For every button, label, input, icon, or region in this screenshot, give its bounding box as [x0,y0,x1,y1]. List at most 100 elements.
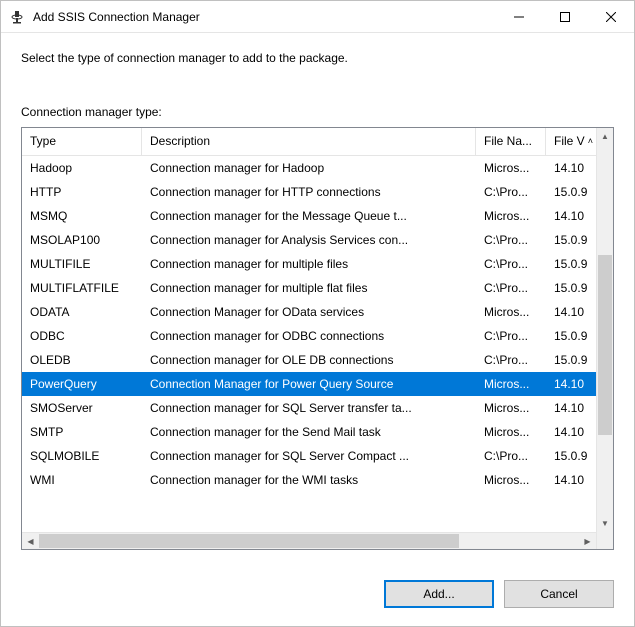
cell-type: ODATA [22,305,142,319]
table-row[interactable]: MULTIFILEConnection manager for multiple… [22,252,596,276]
cell-filename: Micros... [476,473,546,487]
table-header: Type Description File Na... File V ˄ [22,128,596,156]
cell-fileversion: 15.0.9 [546,185,596,199]
table-row[interactable]: MSOLAP100Connection manager for Analysis… [22,228,596,252]
window-title: Add SSIS Connection Manager [33,10,496,24]
table-row[interactable]: SQLMOBILEConnection manager for SQL Serv… [22,444,596,468]
scrollbar-corner [596,532,613,549]
cell-type: SQLMOBILE [22,449,142,463]
cell-type: ODBC [22,329,142,343]
cell-fileversion: 15.0.9 [546,233,596,247]
cell-filename: Micros... [476,161,546,175]
connection-type-list: Type Description File Na... File V ˄ Had… [21,127,614,550]
cell-type: SMOServer [22,401,142,415]
table-body: HadoopConnection manager for HadoopMicro… [22,156,596,532]
table-row[interactable]: OLEDBConnection manager for OLE DB conne… [22,348,596,372]
dialog-window: Add SSIS Connection Manager Select the t… [0,0,635,627]
dialog-footer: Add... Cancel [1,564,634,626]
column-header-fileversion[interactable]: File V ˄ [546,128,596,155]
vertical-scroll-track[interactable] [597,145,613,515]
title-bar: Add SSIS Connection Manager [1,1,634,33]
table-row[interactable]: HadoopConnection manager for HadoopMicro… [22,156,596,180]
cell-filename: Micros... [476,377,546,391]
cell-filename: Micros... [476,401,546,415]
cell-description: Connection manager for multiple flat fil… [142,281,476,295]
cell-fileversion: 15.0.9 [546,257,596,271]
table-row[interactable]: HTTPConnection manager for HTTP connecti… [22,180,596,204]
horizontal-scroll-thumb[interactable] [39,534,459,548]
maximize-button[interactable] [542,1,588,32]
cell-description: Connection manager for ODBC connections [142,329,476,343]
minimize-button[interactable] [496,1,542,32]
cell-fileversion: 15.0.9 [546,281,596,295]
cell-type: WMI [22,473,142,487]
cell-description: Connection manager for OLE DB connection… [142,353,476,367]
list-label: Connection manager type: [21,105,614,119]
column-header-fileversion-label: File V [554,134,585,148]
cell-filename: Micros... [476,209,546,223]
column-header-type[interactable]: Type [22,128,142,155]
table-row[interactable]: ODBCConnection manager for ODBC connecti… [22,324,596,348]
scroll-right-button[interactable]: ▶ [579,533,596,549]
app-icon [9,9,25,25]
cell-fileversion: 15.0.9 [546,353,596,367]
cell-type: OLEDB [22,353,142,367]
cell-filename: C:\Pro... [476,449,546,463]
add-button[interactable]: Add... [384,580,494,608]
cell-filename: C:\Pro... [476,257,546,271]
cell-description: Connection manager for SQL Server transf… [142,401,476,415]
scroll-down-button[interactable]: ▼ [597,515,613,532]
cell-filename: C:\Pro... [476,353,546,367]
horizontal-scrollbar[interactable]: ◀ ▶ [22,532,596,549]
cell-type: MULTIFLATFILE [22,281,142,295]
cell-description: Connection manager for Hadoop [142,161,476,175]
cell-fileversion: 14.10 [546,305,596,319]
window-controls [496,1,634,32]
cell-description: Connection manager for the WMI tasks [142,473,476,487]
cell-fileversion: 15.0.9 [546,329,596,343]
cell-filename: C:\Pro... [476,233,546,247]
table-row[interactable]: MSMQConnection manager for the Message Q… [22,204,596,228]
cell-fileversion: 14.10 [546,425,596,439]
cell-type: MSOLAP100 [22,233,142,247]
instruction-text: Select the type of connection manager to… [21,51,614,65]
cell-fileversion: 14.10 [546,473,596,487]
cell-fileversion: 14.10 [546,209,596,223]
cell-description: Connection manager for HTTP connections [142,185,476,199]
cell-type: HTTP [22,185,142,199]
table-row[interactable]: PowerQueryConnection Manager for Power Q… [22,372,596,396]
cancel-button[interactable]: Cancel [504,580,614,608]
cell-description: Connection manager for Analysis Services… [142,233,476,247]
cell-description: Connection Manager for Power Query Sourc… [142,377,476,391]
cell-fileversion: 14.10 [546,401,596,415]
cell-type: MSMQ [22,209,142,223]
cell-description: Connection Manager for OData services [142,305,476,319]
column-header-filename[interactable]: File Na... [476,128,546,155]
dialog-content: Select the type of connection manager to… [1,33,634,564]
cell-type: PowerQuery [22,377,142,391]
cell-filename: Micros... [476,425,546,439]
vertical-scrollbar[interactable]: ▲ ▼ [596,128,613,532]
cell-type: MULTIFILE [22,257,142,271]
cell-fileversion: 14.10 [546,161,596,175]
table-row[interactable]: SMTPConnection manager for the Send Mail… [22,420,596,444]
cell-filename: Micros... [476,305,546,319]
table-row[interactable]: ODATAConnection Manager for OData servic… [22,300,596,324]
cell-filename: C:\Pro... [476,329,546,343]
close-button[interactable] [588,1,634,32]
scroll-left-button[interactable]: ◀ [22,533,39,549]
cell-description: Connection manager for the Message Queue… [142,209,476,223]
horizontal-scroll-track[interactable] [39,533,579,549]
cell-filename: C:\Pro... [476,281,546,295]
cell-type: Hadoop [22,161,142,175]
column-header-description[interactable]: Description [142,128,476,155]
cell-type: SMTP [22,425,142,439]
scroll-up-button[interactable]: ▲ [597,128,613,145]
table-row[interactable]: WMIConnection manager for the WMI tasksM… [22,468,596,492]
cell-description: Connection manager for multiple files [142,257,476,271]
sort-asc-icon: ˄ [588,136,593,146]
vertical-scroll-thumb[interactable] [598,255,612,435]
table-row[interactable]: SMOServerConnection manager for SQL Serv… [22,396,596,420]
cell-filename: C:\Pro... [476,185,546,199]
table-row[interactable]: MULTIFLATFILEConnection manager for mult… [22,276,596,300]
